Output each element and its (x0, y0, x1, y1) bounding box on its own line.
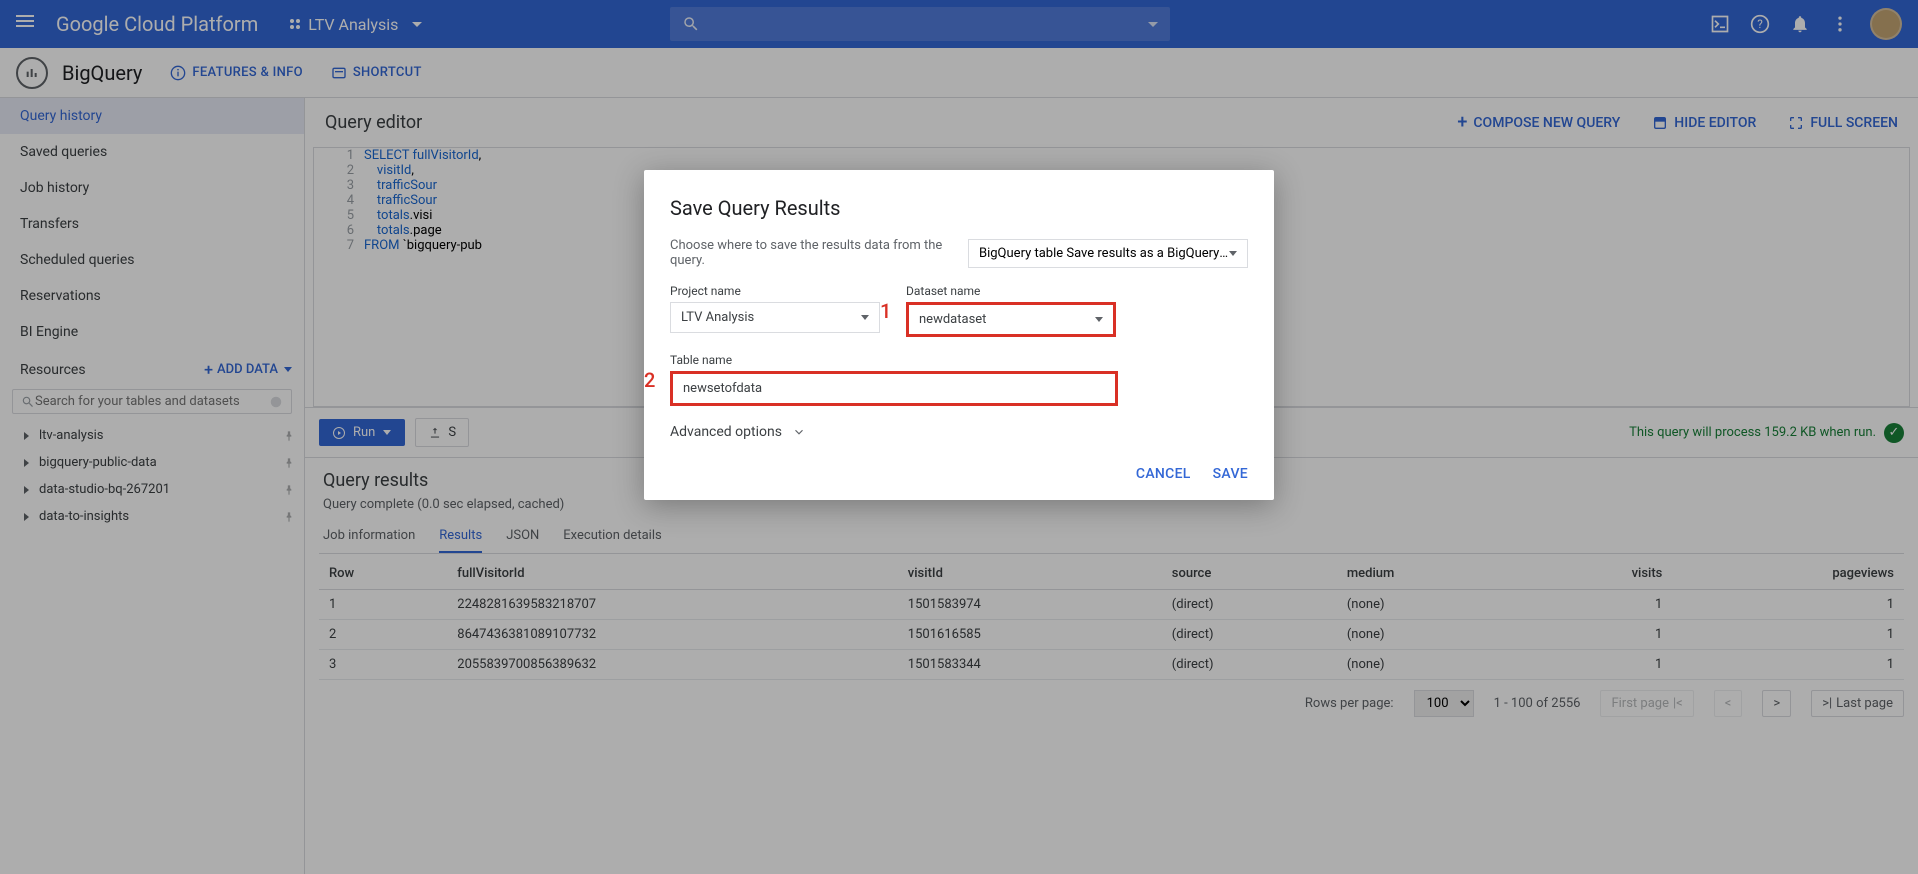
modal-overlay[interactable]: Save Query Results Choose where to save … (0, 0, 1918, 874)
dialog-description: Choose where to save the results data fr… (670, 238, 958, 268)
save-results-dialog: Save Query Results Choose where to save … (644, 170, 1274, 500)
chevron-down-icon (792, 425, 806, 439)
cancel-button[interactable]: CANCEL (1136, 466, 1191, 482)
table-name-label: Table name (670, 353, 1118, 367)
dialog-title: Save Query Results (670, 196, 1248, 220)
chevron-down-icon (1095, 317, 1103, 322)
chevron-down-icon (861, 315, 869, 320)
annotation-2: 2 (644, 368, 655, 392)
destination-select[interactable]: BigQuery table Save results as a BigQuer… (968, 239, 1248, 268)
project-name-select[interactable]: LTV Analysis (670, 302, 880, 333)
annotation-1: 1 (880, 299, 891, 323)
advanced-options-toggle[interactable]: Advanced options (670, 406, 1248, 452)
dataset-name-label: Dataset name (906, 284, 1116, 298)
save-button[interactable]: SAVE (1213, 466, 1248, 482)
chevron-down-icon (1229, 251, 1237, 256)
dataset-name-select[interactable]: newdataset (906, 302, 1116, 337)
table-name-input[interactable] (670, 371, 1118, 406)
project-name-label: Project name (670, 284, 880, 298)
